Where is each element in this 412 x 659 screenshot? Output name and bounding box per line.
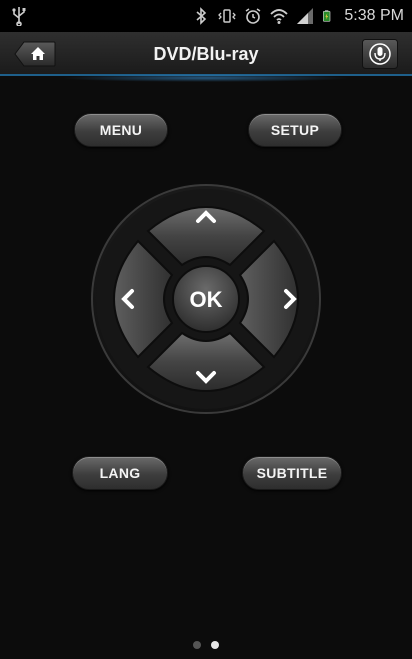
- setup-button[interactable]: SETUP: [248, 113, 342, 147]
- signal-icon: [297, 8, 314, 24]
- page-indicator: [0, 641, 412, 649]
- dpad: OK: [90, 183, 322, 415]
- vibrate-icon: [218, 9, 237, 23]
- page-title: DVD/Blu-ray: [153, 44, 259, 64]
- wifi-icon: [270, 9, 289, 24]
- ok-label: OK: [190, 287, 223, 312]
- status-bar: 5:38 PM: [0, 0, 412, 32]
- alarm-icon: [245, 8, 261, 24]
- bluetooth-icon: [196, 7, 207, 25]
- battery-icon: [323, 10, 331, 22]
- title-bar: DVD/Blu-ray: [0, 32, 412, 76]
- usb-icon: [12, 7, 26, 26]
- title-bar-glow: [60, 74, 352, 82]
- page-dot-2[interactable]: [211, 641, 219, 649]
- page-dot-1[interactable]: [193, 641, 201, 649]
- subtitle-button[interactable]: SUBTITLE: [242, 456, 342, 490]
- menu-button[interactable]: MENU: [74, 113, 168, 147]
- voice-button[interactable]: [362, 39, 398, 69]
- lang-button[interactable]: LANG: [72, 456, 168, 490]
- status-time: 5:38 PM: [344, 7, 404, 24]
